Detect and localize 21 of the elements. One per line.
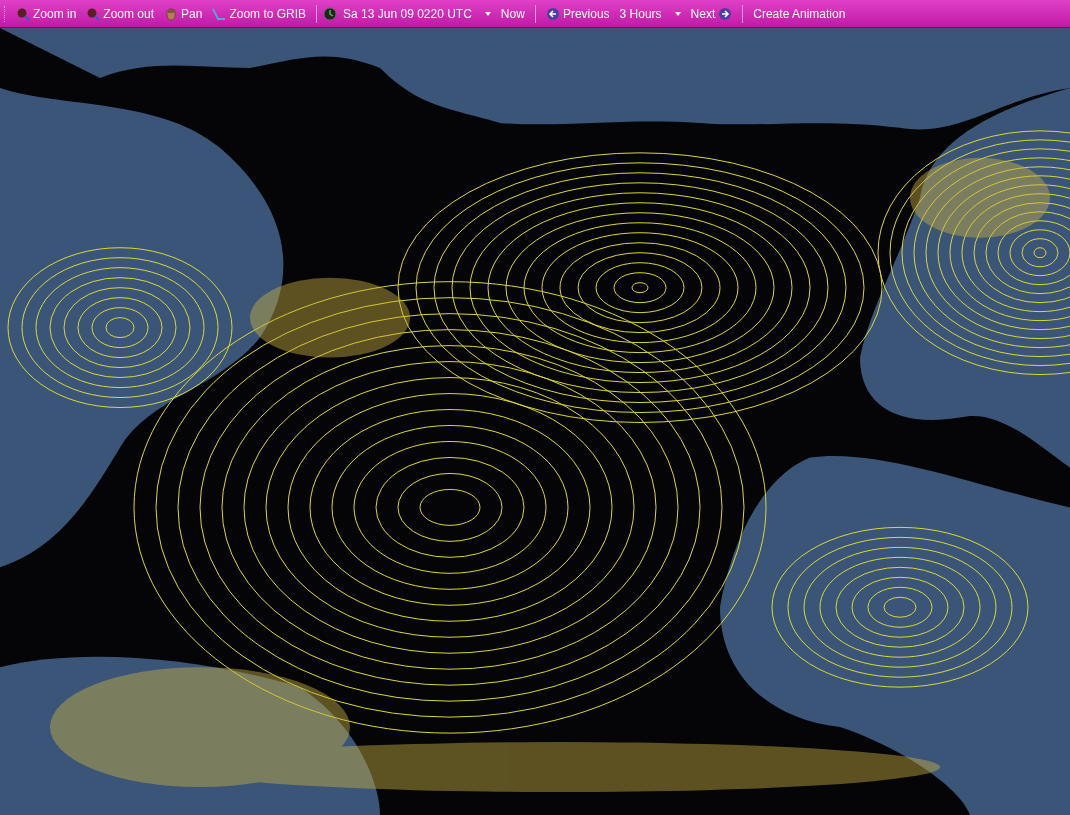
clock-icon [323, 6, 338, 21]
magnifier-icon [86, 6, 101, 21]
now-button[interactable]: Now [496, 4, 529, 23]
caret-icon [674, 11, 681, 16]
caret-icon [484, 11, 491, 16]
pan-button[interactable]: Pan [160, 4, 207, 23]
zoom-out-button[interactable]: Zoom out [82, 4, 159, 23]
next-button[interactable]: Next [686, 4, 737, 23]
arrow-right-icon [718, 6, 733, 21]
date-dropdown[interactable]: Sa 13 Jun 09 0220 UTC [339, 4, 495, 23]
zoom-to-grib-button[interactable]: Zoom to GRIB [208, 4, 311, 23]
arrow-left-icon [545, 6, 560, 21]
hand-icon [164, 6, 179, 21]
previous-button[interactable]: Previous [541, 4, 614, 23]
ruler-icon [212, 6, 227, 21]
weather-map-drawing[interactable] [0, 28, 1070, 815]
zoom-in-button[interactable]: Zoom in [12, 4, 81, 23]
toolbar-grip[interactable] [4, 5, 8, 22]
magnifier-icon [16, 6, 30, 21]
create-animation-button[interactable]: Create Animation [749, 4, 850, 23]
interval-dropdown[interactable]: 3 Hours [615, 4, 685, 23]
